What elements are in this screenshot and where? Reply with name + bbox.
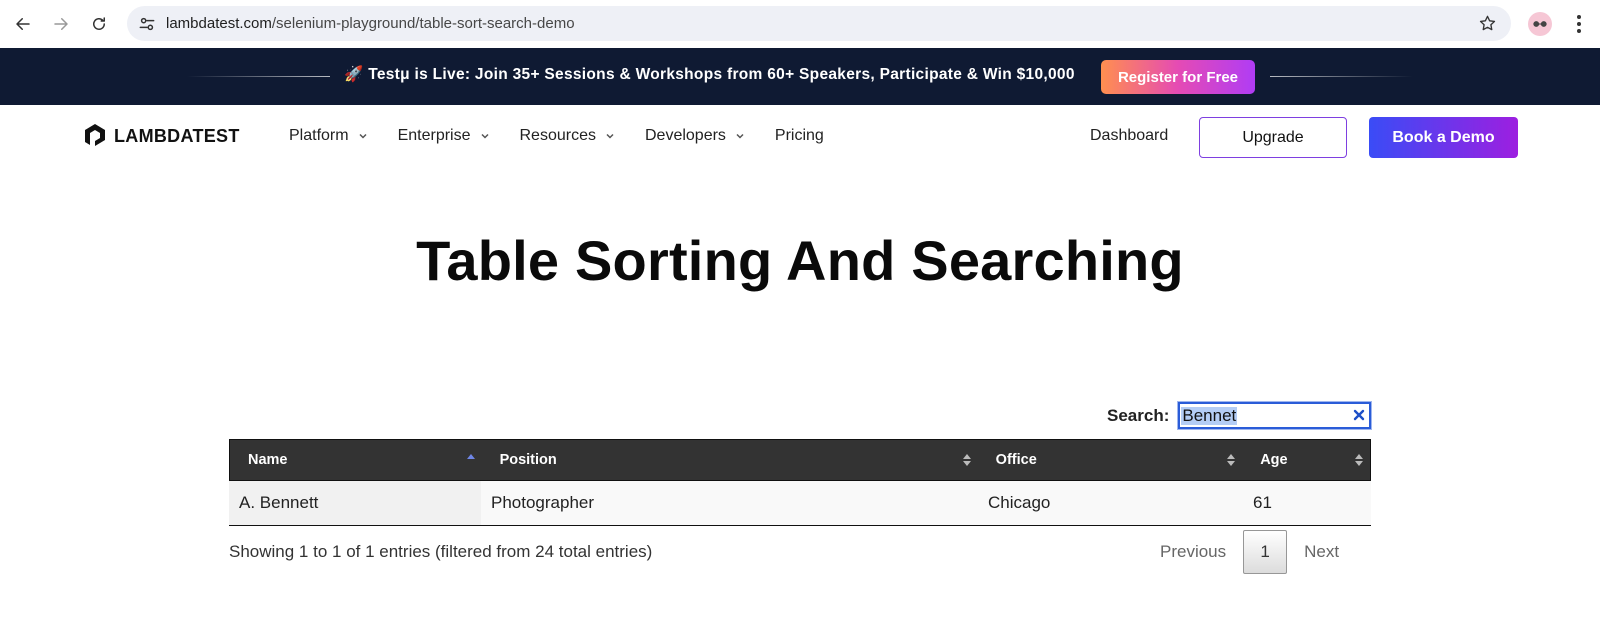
sort-ascending-icon <box>466 454 475 459</box>
column-header-label: Age <box>1260 452 1288 468</box>
main-navigation: LAMBDATEST Platform Enterprise Resources… <box>0 105 1600 170</box>
table-body: A. Bennett Photographer Chicago 61 <box>229 481 1371 526</box>
table-header: Name Position Office Age <box>229 439 1371 481</box>
search-value: Bennet <box>1181 406 1238 425</box>
chevron-down-icon <box>359 133 367 139</box>
register-button[interactable]: Register for Free <box>1101 60 1255 94</box>
divider-right <box>1270 76 1413 77</box>
table-row: A. Bennett Photographer Chicago 61 <box>229 481 1371 526</box>
announcement-bar: 🚀 Testμ is Live: Join 35+ Sessions & Wor… <box>0 48 1600 105</box>
glasses-icon <box>1533 21 1547 27</box>
search-label: Search: <box>1107 405 1170 425</box>
nav-item-label: Platform <box>289 127 349 144</box>
cell-position: Photographer <box>491 493 595 512</box>
column-header-office[interactable]: Office <box>978 440 1243 480</box>
arrow-left-icon <box>16 18 30 30</box>
nav-item-enterprise[interactable]: Enterprise <box>398 127 490 145</box>
sort-both-icon <box>1355 454 1363 466</box>
more-menu-icon[interactable] <box>1570 12 1588 36</box>
brand-logo[interactable]: LAMBDATEST <box>82 122 240 150</box>
page-title: Table Sorting And Searching <box>416 229 1184 292</box>
data-table: Name Position Office Age A. Bennett Phot… <box>229 439 1371 526</box>
chevron-down-icon <box>606 133 614 139</box>
nav-item-developers[interactable]: Developers <box>645 127 745 145</box>
book-demo-button[interactable]: Book a Demo <box>1369 117 1518 158</box>
nav-item-platform[interactable]: Platform <box>289 127 368 145</box>
lambdatest-logo-icon <box>85 124 105 146</box>
cell-office: Chicago <box>988 493 1051 512</box>
url-text: lambdatest.com/selenium-playground/table… <box>166 15 575 32</box>
nav-item-label: Resources <box>519 127 596 144</box>
previous-page-button[interactable]: Previous <box>1143 530 1243 574</box>
page-button-current[interactable]: 1 <box>1243 530 1288 574</box>
table-search: Search: Bennet <box>1107 401 1373 430</box>
bookmark-star-icon[interactable] <box>1478 14 1497 33</box>
next-page-button[interactable]: Next <box>1287 530 1356 574</box>
reload-icon <box>93 17 105 30</box>
pagination: Previous 1 Next <box>1143 530 1356 574</box>
nav-menu: Platform Enterprise Resources Developers… <box>289 127 854 145</box>
search-input[interactable]: Bennet <box>1177 401 1373 430</box>
upgrade-button[interactable]: Upgrade <box>1199 117 1347 158</box>
browser-toolbar: lambdatest.com/selenium-playground/table… <box>0 0 1600 48</box>
address-bar[interactable]: lambdatest.com/selenium-playground/table… <box>127 6 1511 41</box>
back-button[interactable] <box>10 11 36 37</box>
table-info: Showing 1 to 1 of 1 entries (filtered fr… <box>229 542 653 561</box>
profile-avatar[interactable] <box>1528 12 1552 36</box>
column-header-label: Office <box>995 452 1037 468</box>
nav-item-label: Pricing <box>774 127 824 144</box>
chevron-down-icon <box>480 133 489 139</box>
cell-age: 61 <box>1253 493 1272 512</box>
arrow-right-icon <box>54 18 68 30</box>
nav-item-pricing[interactable]: Pricing <box>775 127 824 145</box>
dashboard-link[interactable]: Dashboard <box>1090 127 1168 145</box>
nav-item-resources[interactable]: Resources <box>520 127 615 145</box>
clear-search-icon[interactable] <box>1352 408 1366 422</box>
column-header-age[interactable]: Age <box>1242 440 1370 480</box>
nav-item-label: Developers <box>644 127 726 144</box>
sort-both-icon <box>962 454 971 466</box>
reload-button[interactable] <box>86 11 112 37</box>
url-path: /selenium-playground/table-sort-search-d… <box>271 15 575 32</box>
column-header-label: Name <box>248 452 288 468</box>
forward-button[interactable] <box>48 11 74 37</box>
brand-name: LAMBDATEST <box>114 125 240 146</box>
column-header-name[interactable]: Name <box>230 440 482 480</box>
site-settings-icon[interactable] <box>137 14 157 34</box>
url-host: lambdatest.com <box>166 15 272 32</box>
cell-name: A. Bennett <box>229 481 481 525</box>
divider-left <box>187 76 330 77</box>
chevron-down-icon <box>736 133 744 139</box>
column-header-label: Position <box>499 452 557 468</box>
nav-item-label: Enterprise <box>397 127 471 144</box>
announcement-message: 🚀 Testμ is Live: Join 35+ Sessions & Wor… <box>344 66 1075 83</box>
column-header-position[interactable]: Position <box>482 440 978 480</box>
sort-both-icon <box>1227 454 1236 466</box>
